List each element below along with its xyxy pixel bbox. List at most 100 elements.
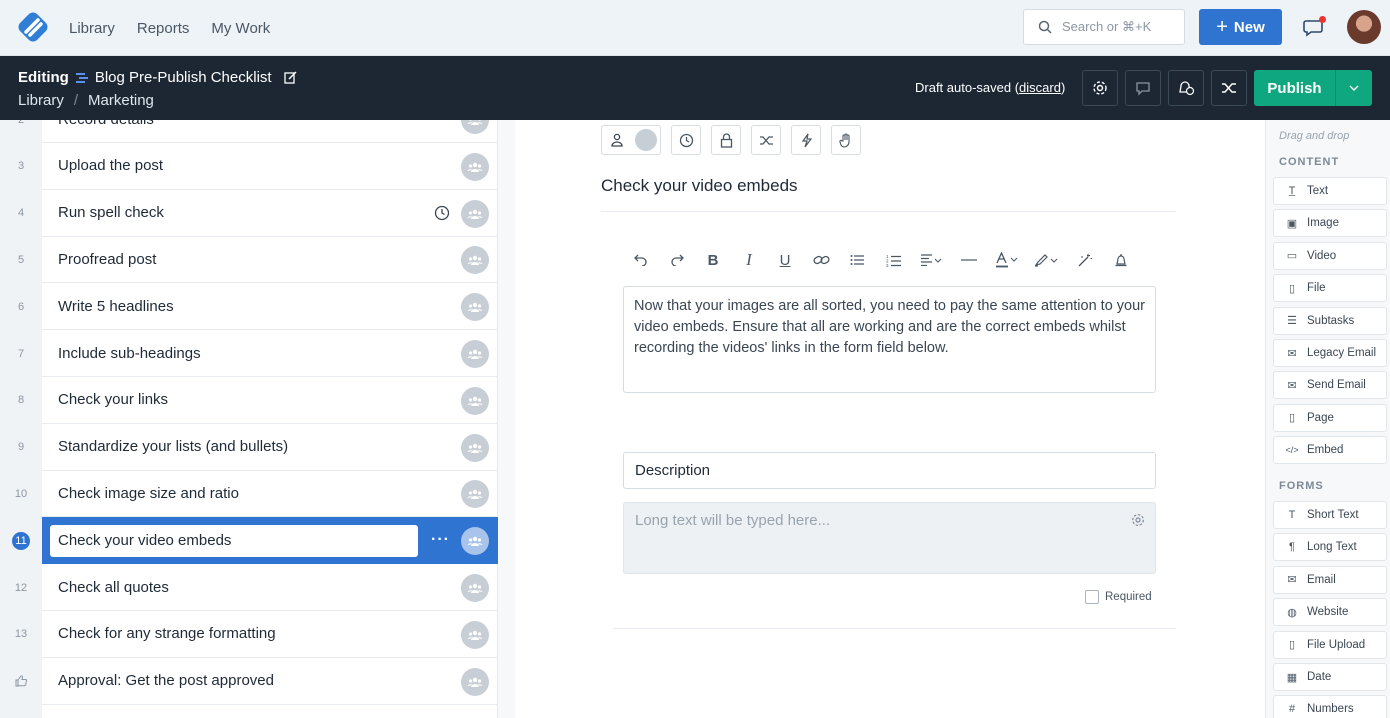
- underline-button[interactable]: U: [767, 248, 803, 272]
- widget-email[interactable]: ✉ Email: [1273, 565, 1387, 594]
- task-label-cell[interactable]: Approval: Get the post approved: [42, 658, 498, 705]
- task-label-cell[interactable]: Include sub-headings: [42, 330, 498, 377]
- required-toggle[interactable]: Required: [1085, 590, 1152, 604]
- task-row[interactable]: 2 Record details: [0, 120, 498, 143]
- widget-embed[interactable]: </> Embed: [1273, 436, 1387, 465]
- assignee-group-icon[interactable]: [461, 667, 489, 696]
- avatar[interactable]: [1347, 10, 1381, 44]
- link-button[interactable]: [803, 248, 839, 272]
- task-label-cell[interactable]: Check your video embeds: [42, 517, 498, 565]
- schedule-button[interactable]: [1168, 70, 1204, 106]
- edit-title-icon[interactable]: [283, 71, 297, 84]
- discard-link[interactable]: discard: [1019, 80, 1061, 95]
- italic-button[interactable]: I: [731, 248, 767, 272]
- task-label-cell[interactable]: Standardize your lists (and bullets): [42, 424, 498, 471]
- task-menu-icon[interactable]: ···: [431, 531, 450, 549]
- task-row[interactable]: 6 Write 5 headlines: [0, 283, 498, 331]
- comments-button[interactable]: [1125, 70, 1161, 106]
- stop-task-button[interactable]: [831, 125, 861, 155]
- widget-date[interactable]: ▦ Date: [1273, 663, 1387, 691]
- widget-subtasks[interactable]: ☰ Subtasks: [1273, 306, 1387, 335]
- required-checkbox[interactable]: [1085, 590, 1099, 604]
- nav-link-my-work[interactable]: My Work: [211, 20, 270, 37]
- widget-numbers[interactable]: # Numbers: [1273, 695, 1387, 718]
- assignee-group-icon[interactable]: [461, 574, 489, 602]
- task-label-cell[interactable]: Check image size and ratio: [42, 470, 498, 518]
- task-row[interactable]: 10 Check image size and ratio: [0, 470, 498, 518]
- publish-dropdown[interactable]: [1335, 70, 1372, 106]
- permissions-button[interactable]: [711, 125, 741, 155]
- widget-page[interactable]: ▯ Page: [1273, 403, 1387, 432]
- assignee-group-icon[interactable]: [461, 433, 489, 462]
- bullet-list-button[interactable]: [839, 248, 875, 272]
- task-label-cell[interactable]: Check your links: [42, 377, 498, 424]
- assignees-group[interactable]: [601, 125, 661, 155]
- task-label-cell[interactable]: Check all quotes: [42, 564, 498, 611]
- publish-button[interactable]: Publish: [1254, 70, 1372, 106]
- task-row[interactable]: 11 Check your video embeds ···: [0, 517, 498, 565]
- conditional-logic-button[interactable]: [751, 125, 781, 155]
- bold-button[interactable]: B: [695, 248, 731, 272]
- assignee-group-icon[interactable]: [461, 620, 489, 649]
- rich-text-editor[interactable]: Now that your images are all sorted, you…: [623, 286, 1156, 393]
- assignee-group-icon[interactable]: [461, 152, 489, 181]
- widget-text[interactable]: T̲ Text: [1273, 177, 1387, 205]
- task-row[interactable]: Approval: Get the post approved: [0, 658, 498, 705]
- shuffle-button[interactable]: [1211, 70, 1247, 106]
- breadcrumb-marketing[interactable]: Marketing: [88, 92, 154, 109]
- assignee-group-icon[interactable]: [461, 293, 489, 322]
- widget-image[interactable]: ▣ Image: [1273, 209, 1387, 238]
- assignee-group-icon[interactable]: [461, 386, 489, 415]
- nav-link-library[interactable]: Library: [69, 20, 115, 37]
- insert-variable-button[interactable]: [1103, 248, 1139, 272]
- description-field[interactable]: Description: [623, 452, 1156, 489]
- due-date-button[interactable]: [671, 125, 701, 155]
- widget-file-upload[interactable]: ▯ File Upload: [1273, 630, 1387, 659]
- redo-button[interactable]: [659, 248, 695, 272]
- assignee-group-icon[interactable]: [461, 199, 489, 228]
- settings-button[interactable]: [1082, 70, 1118, 106]
- field-settings-icon[interactable]: [1131, 513, 1145, 527]
- assignee-group-icon[interactable]: [461, 527, 489, 556]
- undo-button[interactable]: [623, 248, 659, 272]
- task-label-cell[interactable]: Write 5 headlines: [42, 283, 498, 331]
- task-name-input[interactable]: Check your video embeds: [50, 524, 418, 557]
- align-button[interactable]: [911, 248, 951, 272]
- app-logo-icon[interactable]: [18, 12, 48, 42]
- horizontal-rule-button[interactable]: [951, 248, 987, 272]
- task-label-cell[interactable]: Proofread post: [42, 236, 498, 284]
- due-date-clock-icon[interactable]: [434, 205, 450, 226]
- automations-button[interactable]: [791, 125, 821, 155]
- task-label-cell[interactable]: Record details: [42, 120, 498, 143]
- long-text-field[interactable]: Long text will be typed here...: [623, 502, 1156, 574]
- new-button[interactable]: + New: [1199, 9, 1282, 45]
- widget-website[interactable]: ◍ Website: [1273, 598, 1387, 627]
- breadcrumb-library[interactable]: Library: [18, 92, 64, 109]
- task-row[interactable]: 9 Standardize your lists (and bullets): [0, 424, 498, 471]
- task-row[interactable]: 13 Check for any strange formatting: [0, 611, 498, 658]
- numbered-list-button[interactable]: 123: [875, 248, 911, 272]
- assigned-group-icon[interactable]: [631, 126, 660, 154]
- task-label-cell[interactable]: Run spell check: [42, 190, 498, 237]
- clear-formatting-button[interactable]: [1067, 248, 1103, 272]
- widget-file[interactable]: ▯ File: [1273, 274, 1387, 303]
- highlight-button[interactable]: [1027, 248, 1067, 272]
- task-row[interactable]: 3 Upload the post: [0, 143, 498, 190]
- assignee-group-icon[interactable]: [461, 340, 489, 368]
- widget-long-text[interactable]: ¶ Long Text: [1273, 533, 1387, 562]
- widget-legacy-email[interactable]: ✉ Legacy Email: [1273, 339, 1387, 367]
- widget-short-text[interactable]: T Short Text: [1273, 501, 1387, 529]
- task-label-cell[interactable]: Upload the post: [42, 143, 498, 190]
- nav-link-reports[interactable]: Reports: [137, 20, 190, 37]
- task-row[interactable]: 12 Check all quotes: [0, 564, 498, 611]
- assign-user-icon[interactable]: [602, 126, 631, 154]
- widget-send-email[interactable]: ✉ Send Email: [1273, 371, 1387, 400]
- widget-video[interactable]: ▭ Video: [1273, 241, 1387, 270]
- search-input[interactable]: Search or ⌘+K: [1023, 9, 1185, 45]
- task-row[interactable]: 7 Include sub-headings: [0, 330, 498, 377]
- task-row[interactable]: 8 Check your links: [0, 377, 498, 424]
- task-label-cell[interactable]: Check for any strange formatting: [42, 611, 498, 658]
- task-row[interactable]: 4 Run spell check: [0, 190, 498, 237]
- task-title[interactable]: Check your video embeds: [601, 176, 798, 196]
- task-row[interactable]: 5 Proofread post: [0, 236, 498, 284]
